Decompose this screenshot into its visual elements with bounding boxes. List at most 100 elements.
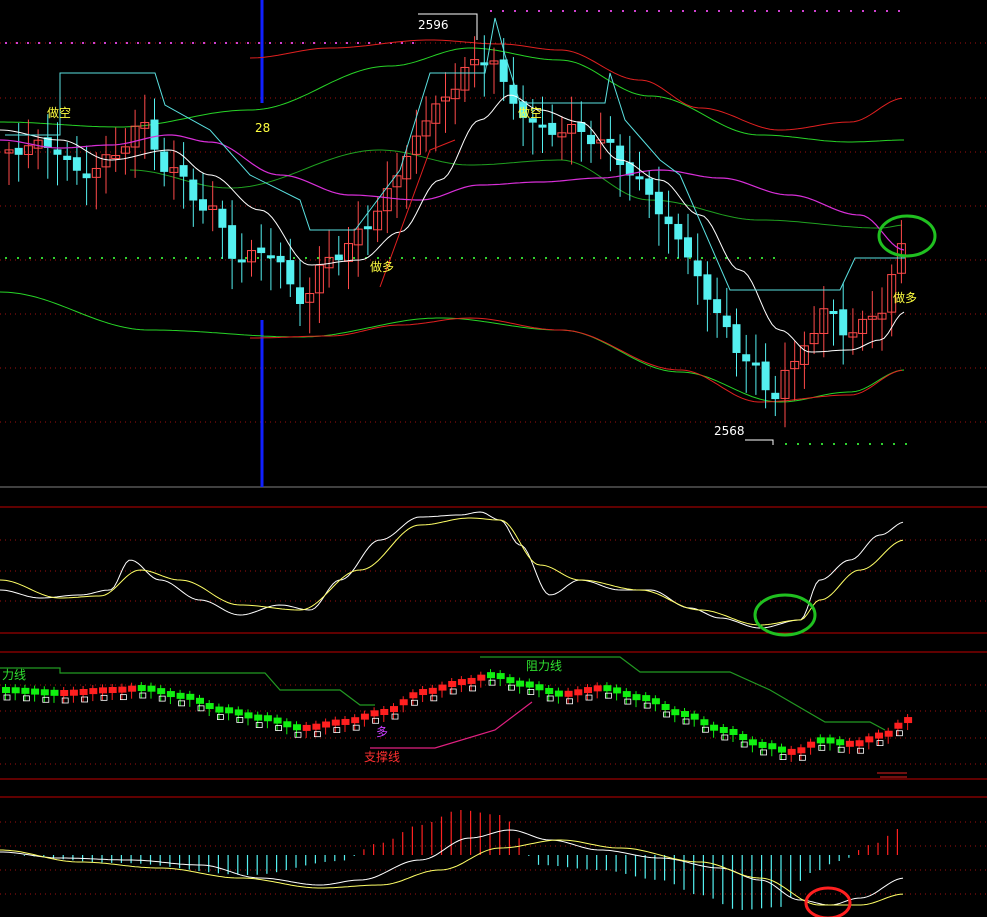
sr-candle-hollow	[22, 695, 30, 702]
sr-candle-body	[448, 680, 457, 687]
candle-body-down	[160, 151, 169, 172]
sr-candle-body	[205, 703, 214, 710]
sr-candle-body	[554, 690, 563, 697]
candle-body-down	[266, 255, 275, 259]
sr-candle-body	[254, 714, 263, 721]
sr-candle-body	[729, 728, 738, 735]
candle-body-down	[228, 225, 237, 259]
sr-candle-body	[409, 692, 418, 699]
sr-candle-body	[681, 711, 689, 718]
sr-candle-body	[60, 689, 69, 696]
sr-candle-hollow	[682, 718, 690, 725]
sr-candle-body	[845, 740, 854, 747]
highlight-circle-price	[877, 214, 937, 258]
short-signal-label-1: 做空	[47, 105, 71, 120]
sr-candle-body	[331, 719, 340, 726]
sr-candle-hollow	[42, 696, 50, 703]
upper-band-red	[249, 39, 903, 131]
candle-body-down	[334, 254, 343, 261]
candle-body-down	[150, 119, 159, 150]
candle-body-down	[732, 324, 741, 353]
sr-candle-hollow	[81, 696, 88, 703]
candle-body-down	[199, 199, 207, 211]
sr-candle-body	[807, 741, 816, 748]
candle-body-down	[587, 134, 595, 145]
sr-candle-body	[797, 747, 806, 754]
macd-pane	[0, 810, 904, 917]
sr-candle-body	[351, 717, 360, 724]
sr-candle-body	[50, 689, 59, 696]
sr-candle-body	[904, 717, 913, 724]
sr-candle-hollow	[643, 702, 651, 709]
sr-candle-hollow	[449, 688, 457, 695]
sr-candle-body	[768, 743, 777, 750]
sr-candle-body	[525, 681, 534, 688]
sr-candle-body	[137, 685, 146, 692]
sr-candle-body	[166, 691, 175, 698]
sr-candle-hollow	[566, 698, 573, 705]
candle-body-down	[713, 299, 722, 314]
resistance-label: 阻力线	[526, 659, 562, 673]
sr-candle-hollow	[3, 694, 11, 701]
support-label: 支撑线	[364, 749, 400, 764]
sr-candle-body	[428, 687, 437, 694]
sr-candle-body	[263, 715, 272, 722]
sr-candle-hollow	[333, 727, 341, 734]
sr-candle-body	[778, 746, 786, 753]
sr-candle-body	[574, 689, 583, 696]
sr-candle-hollow	[876, 740, 884, 747]
sr-candle-body	[661, 704, 670, 711]
sr-candle-hollow	[624, 698, 632, 705]
candle-body-down	[616, 145, 625, 165]
short-signal-label-2: 做空	[518, 105, 542, 120]
sr-candle-body	[147, 685, 156, 692]
sr-candle-hollow	[61, 697, 69, 704]
sr-candle-hollow	[837, 746, 845, 753]
candle-body-down	[829, 310, 838, 314]
sr-candle-hollow	[372, 717, 380, 724]
candle-body-down	[839, 309, 848, 336]
sr-candle-body	[603, 685, 612, 692]
sr-candle-hollow	[139, 692, 147, 699]
sr-candle-body	[302, 724, 311, 731]
sr-candle-body	[710, 724, 719, 731]
sr-candle-body	[816, 737, 825, 744]
candle-body-down	[189, 179, 198, 201]
sr-candle-hollow	[527, 689, 535, 695]
sr-candle-hollow	[294, 731, 302, 738]
low-leader-line	[745, 439, 774, 445]
sr-candle-body	[108, 687, 117, 694]
bollinger-bands	[0, 39, 905, 403]
futures-chart[interactable]: 2596 2568 28 做空 做空 做多 做多 阻力线 力线 支撑线 多	[0, 0, 987, 917]
sr-candle-hollow	[663, 711, 670, 718]
sr-candle-body	[758, 741, 767, 748]
sr-candle-body	[535, 684, 544, 691]
sr-candle-body	[545, 687, 554, 694]
candle-body-down	[548, 122, 557, 135]
candle-body-down	[722, 315, 731, 328]
sr-candle-body	[273, 717, 282, 724]
sr-candle-hollow	[352, 724, 360, 731]
candle-body-down	[363, 226, 372, 230]
sr-candle-body	[283, 721, 292, 728]
candle-body-down	[684, 237, 692, 258]
sr-candle-body	[787, 748, 796, 755]
sr-candle-body	[225, 707, 234, 714]
sr-candle-body	[496, 673, 505, 680]
candle-body-down	[286, 260, 295, 285]
sr-candle-hollow	[158, 695, 166, 702]
high-price-label: 2596	[418, 18, 449, 32]
sr-candle-hollow	[120, 694, 127, 701]
sr-candle-hollow	[236, 717, 244, 723]
sr-candle-body	[700, 719, 709, 726]
sr-candle-body	[719, 726, 728, 733]
sr-candle-hollow	[605, 692, 612, 699]
sr-candle-body	[632, 694, 641, 701]
sr-candle-body	[855, 740, 864, 747]
sr-candle-body	[477, 674, 486, 681]
candle-body-down	[674, 223, 683, 240]
sr-candle-body	[467, 677, 476, 684]
sr-candle-hollow	[178, 700, 186, 707]
candle-body-down	[635, 176, 644, 180]
low-price-label: 2568	[714, 424, 745, 438]
